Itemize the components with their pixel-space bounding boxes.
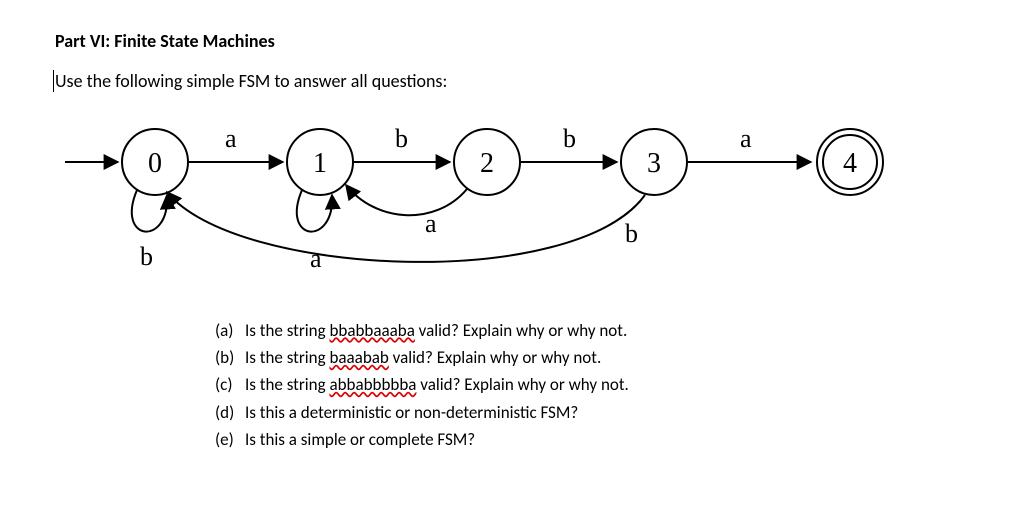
question-e-text: Is this a simple or complete FSM? xyxy=(245,426,475,453)
loop-1 xyxy=(297,190,332,232)
edge-2-1-label: a xyxy=(425,209,437,238)
page: Part VI: Finite State Machines Use the f… xyxy=(0,0,1024,453)
question-d: (d) Is this a deterministic or non-deter… xyxy=(215,399,969,426)
fsm-svg: 0 b a 1 a b 2 a b xyxy=(55,102,975,302)
question-b-text: Is the string baaabab valid? Explain why… xyxy=(245,344,601,371)
edge-1-2-label: b xyxy=(395,124,408,153)
question-a-word: bbabbaaaba xyxy=(329,320,414,341)
question-d-text: Is this a deterministic or non-determini… xyxy=(245,399,578,426)
state-3-label: 3 xyxy=(647,148,661,179)
question-c-letter: (c) xyxy=(215,371,245,398)
edge-3-0 xyxy=(167,192,645,262)
state-1-label: 1 xyxy=(313,148,327,179)
questions-list: (a) Is the string bbabbaaaba valid? Expl… xyxy=(215,317,969,453)
prompt-text: Use the following simple FSM to answer a… xyxy=(55,70,969,92)
question-e: (e) Is this a simple or complete FSM? xyxy=(215,426,969,453)
state-2-label: 2 xyxy=(480,148,494,179)
text-cursor xyxy=(53,70,54,92)
question-b-letter: (b) xyxy=(215,344,245,371)
fsm-diagram: 0 b a 1 a b 2 a b xyxy=(55,102,969,307)
loop-0 xyxy=(132,190,167,232)
loop-0-label: b xyxy=(140,242,153,271)
question-e-letter: (e) xyxy=(215,426,245,453)
question-b: (b) Is the string baaabab valid? Explain… xyxy=(215,344,969,371)
edge-2-3-label: b xyxy=(563,124,576,153)
edge-2-1 xyxy=(346,185,467,215)
state-0-label: 0 xyxy=(148,148,162,179)
question-a: (a) Is the string bbabbaaaba valid? Expl… xyxy=(215,317,969,344)
question-b-word: baaabab xyxy=(329,347,388,368)
question-c: (c) Is the string abbabbbbba valid? Expl… xyxy=(215,371,969,398)
edge-3-0-label: b xyxy=(625,219,638,248)
question-a-letter: (a) xyxy=(215,317,245,344)
question-c-text: Is the string abbabbbbba valid? Explain … xyxy=(245,371,629,398)
edge-0-1-label: a xyxy=(225,124,237,153)
state-4-label: 4 xyxy=(843,148,857,179)
section-title: Part VI: Finite State Machines xyxy=(55,30,969,52)
edge-3-4-label: a xyxy=(740,124,752,153)
question-d-letter: (d) xyxy=(215,399,245,426)
question-c-word: abbabbbbba xyxy=(329,374,416,395)
question-a-text: Is the string bbabbaaaba valid? Explain … xyxy=(245,317,627,344)
prompt-content: Use the following simple FSM to answer a… xyxy=(55,70,447,92)
loop-1-label: a xyxy=(310,244,322,273)
